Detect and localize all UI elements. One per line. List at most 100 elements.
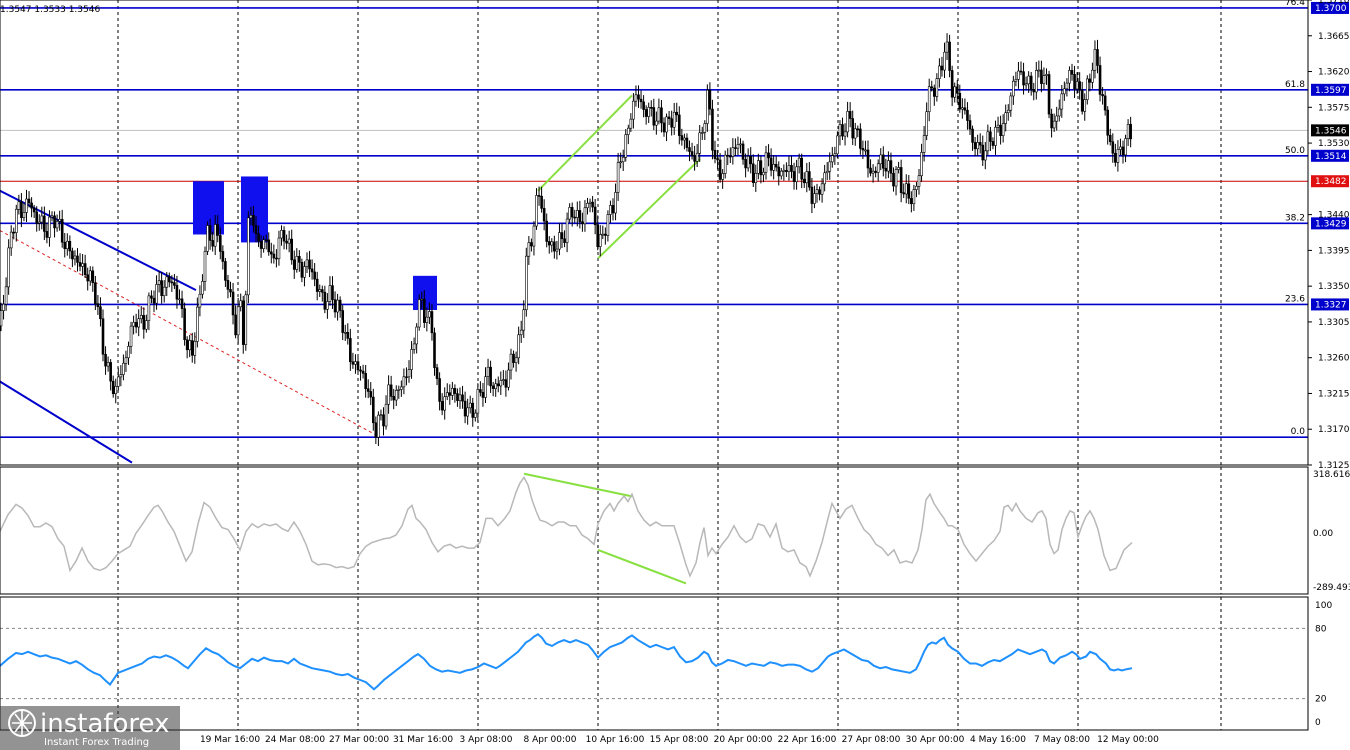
candle-body [1042,75,1046,84]
candle-body [1024,83,1028,86]
candle-body [560,232,564,240]
oscillator-one-line [0,476,1133,578]
candle-body [1088,78,1092,83]
candle-body [570,207,574,218]
candle-body [145,320,148,330]
candle-body [611,205,615,214]
candle-body [787,165,791,173]
price-chart[interactable]: 76.41.370061.81.359750.01.351438.21.3429… [0,0,1350,750]
candle-body [644,109,648,117]
candle-body [201,281,204,295]
candle-body [524,255,528,311]
candle-body [323,291,327,310]
candle-body [451,388,454,396]
candle-body [407,369,411,378]
candle-body [466,407,469,417]
candle-body [805,171,809,184]
candle-body [550,241,554,246]
candle-body [295,256,299,270]
candle-body [532,225,536,247]
candle-body [866,149,870,169]
candle-body [1116,149,1120,163]
candle-body [81,263,84,267]
candle-body [73,255,77,260]
candle-body [833,153,837,156]
candle-body [509,353,513,371]
candle-body [555,248,559,252]
candle-body [4,286,8,305]
candle-body [950,70,954,98]
candle-body [1006,109,1010,113]
candle-body [1022,71,1025,86]
price-tick-label: 1.3575 [1318,103,1350,113]
candle-body [371,396,375,424]
candle-body [473,412,477,418]
candle-body [869,167,872,174]
candle-body [899,167,903,193]
candle-body [216,224,220,236]
candle-body [257,233,260,242]
fib-ratio-label: 38.2 [1285,213,1305,223]
candle-body [308,259,311,270]
candle-body [25,198,28,213]
price-tick-label: 1.3620 [1318,68,1350,78]
candle-body [438,378,441,402]
candle-body [698,132,702,154]
time-tick-label: 7 May 08:00 [1034,735,1090,745]
candle-body [861,148,865,151]
candle-body [1103,95,1107,111]
candle-body [1029,75,1033,90]
candle-body [542,208,546,222]
candle-body [338,299,342,311]
candle-body [124,357,128,364]
candle-body [739,143,742,146]
candle-body [718,159,722,180]
candle-body [606,214,610,236]
oscillator-two-frame [0,596,1309,731]
candle-body [9,231,13,249]
candle-body [290,238,294,261]
current-price-tag-label: 1.3546 [1315,126,1347,136]
candle-body [927,86,931,113]
candle-body [652,107,656,126]
candle-body [795,166,798,183]
candle-body [915,185,918,190]
candle-body [774,164,778,168]
candle-body [188,340,191,351]
candle-body [892,172,895,187]
candle-body [810,186,814,204]
candle-body [129,325,133,347]
candle-body [479,389,482,393]
candle-body [359,369,362,372]
candle-body [749,156,753,165]
candle-body [721,173,724,180]
fib-price-tag-label: 1.3597 [1315,86,1347,96]
candle-body [412,343,416,350]
candle-body [838,124,842,137]
candle-body [815,189,819,194]
candle-body [382,414,385,427]
candle-body [328,285,332,302]
candle-body [377,414,380,438]
candle-body [168,276,171,283]
oscillator-one [0,476,1133,578]
oscillator-two [0,627,1308,700]
candle-body [604,233,607,236]
price-tick-label: 1.3215 [1318,389,1350,399]
candle-body [938,65,941,79]
candle-body [486,366,490,377]
candle-body [943,51,946,71]
candle-body [741,143,745,160]
candle-body [313,271,316,280]
candle-body [481,392,485,398]
candle-body [392,396,396,401]
time-tick-label: 19 Mar 16:00 [200,735,260,745]
candle-body [157,280,161,285]
candle-body [269,251,273,255]
candle-body [104,353,107,367]
candle-body [1080,89,1084,112]
candle-body [111,380,115,395]
candle-body [930,86,934,89]
candle-body [522,309,526,331]
candle-body [272,253,276,259]
